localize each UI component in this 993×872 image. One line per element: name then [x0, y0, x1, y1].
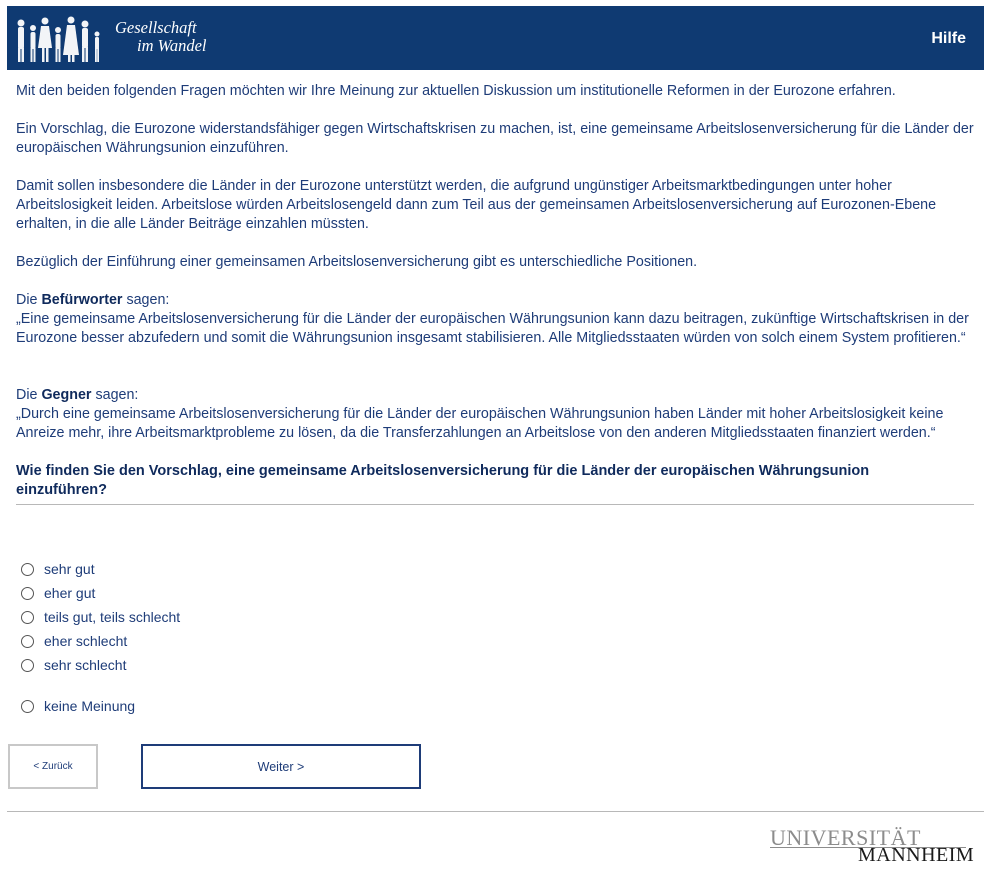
question-text: Wie finden Sie den Vorschlag, eine gemei…	[16, 463, 870, 498]
option-eher-schlecht[interactable]: eher schlecht	[21, 629, 180, 653]
option-sehr-schlecht[interactable]: sehr schlecht	[21, 653, 180, 677]
option-keine-meinung[interactable]: keine Meinung	[21, 694, 180, 718]
university-logo: UNIVERSITÄT MANNHEIM	[770, 825, 974, 866]
intro-paragraph-4: Bezüglich der Einführung einer gemeinsam…	[16, 254, 698, 270]
logo: Gesellschaft im Wandel	[7, 6, 247, 70]
option-label: keine Meinung	[44, 698, 136, 714]
radio-button[interactable]	[21, 562, 34, 576]
logo-text: Gesellschaft im Wandel	[115, 19, 207, 55]
con-quote: „Durch eine gemeinsame Arbeitslosenversi…	[16, 406, 944, 441]
intro-paragraph-3: Damit sollen insbesondere die Länder in …	[16, 178, 937, 232]
option-label: eher schlecht	[44, 633, 128, 649]
option-label: teils gut, teils schlecht	[44, 609, 181, 625]
uni-line2: MANNHEIM	[858, 844, 975, 866]
pro-label: Befürworter	[41, 292, 123, 308]
con-label: Gegner	[41, 387, 92, 403]
footer-divider	[7, 811, 984, 812]
option-label: sehr gut	[44, 561, 95, 577]
pro-prefix: Die	[16, 292, 42, 308]
answer-options: sehr gut eher gut teils gut, teils schle…	[21, 557, 180, 718]
intro-paragraph-2: Ein Vorschlag, die Eurozone widerstandsf…	[16, 121, 974, 156]
people-silhouette-icon	[17, 16, 100, 62]
con-prefix: Die	[16, 387, 42, 403]
radio-button[interactable]	[21, 586, 34, 600]
logo-line1: Gesellschaft	[115, 18, 197, 37]
divider	[16, 504, 974, 505]
intro-paragraph-1: Mit den beiden folgenden Fragen möchten …	[16, 83, 896, 99]
con-suffix: sagen:	[91, 387, 139, 403]
con-statement: Die Gegner sagen: „Durch eine gemeinsame…	[16, 386, 974, 443]
next-button[interactable]: Weiter >	[141, 744, 421, 789]
option-label: eher gut	[44, 585, 96, 601]
option-eher-gut[interactable]: eher gut	[21, 581, 180, 605]
option-label: sehr schlecht	[44, 657, 127, 673]
radio-button[interactable]	[21, 658, 34, 672]
logo-line2: im Wandel	[137, 36, 207, 55]
radio-button[interactable]	[21, 610, 34, 624]
back-button[interactable]: < Zurück	[8, 744, 98, 789]
header-bar: Gesellschaft im Wandel Hilfe	[7, 6, 984, 70]
pro-quote: „Eine gemeinsame Arbeitslosenversicherun…	[16, 311, 969, 346]
pro-statement: Die Befürworter sagen: „Eine gemeinsame …	[16, 291, 974, 348]
radio-button[interactable]	[21, 634, 34, 648]
pro-suffix: sagen:	[122, 292, 170, 308]
help-link[interactable]: Hilfe	[931, 30, 966, 48]
option-teils-gut-teils-schlecht[interactable]: teils gut, teils schlecht	[21, 605, 180, 629]
option-sehr-gut[interactable]: sehr gut	[21, 557, 180, 581]
radio-button[interactable]	[21, 699, 34, 713]
